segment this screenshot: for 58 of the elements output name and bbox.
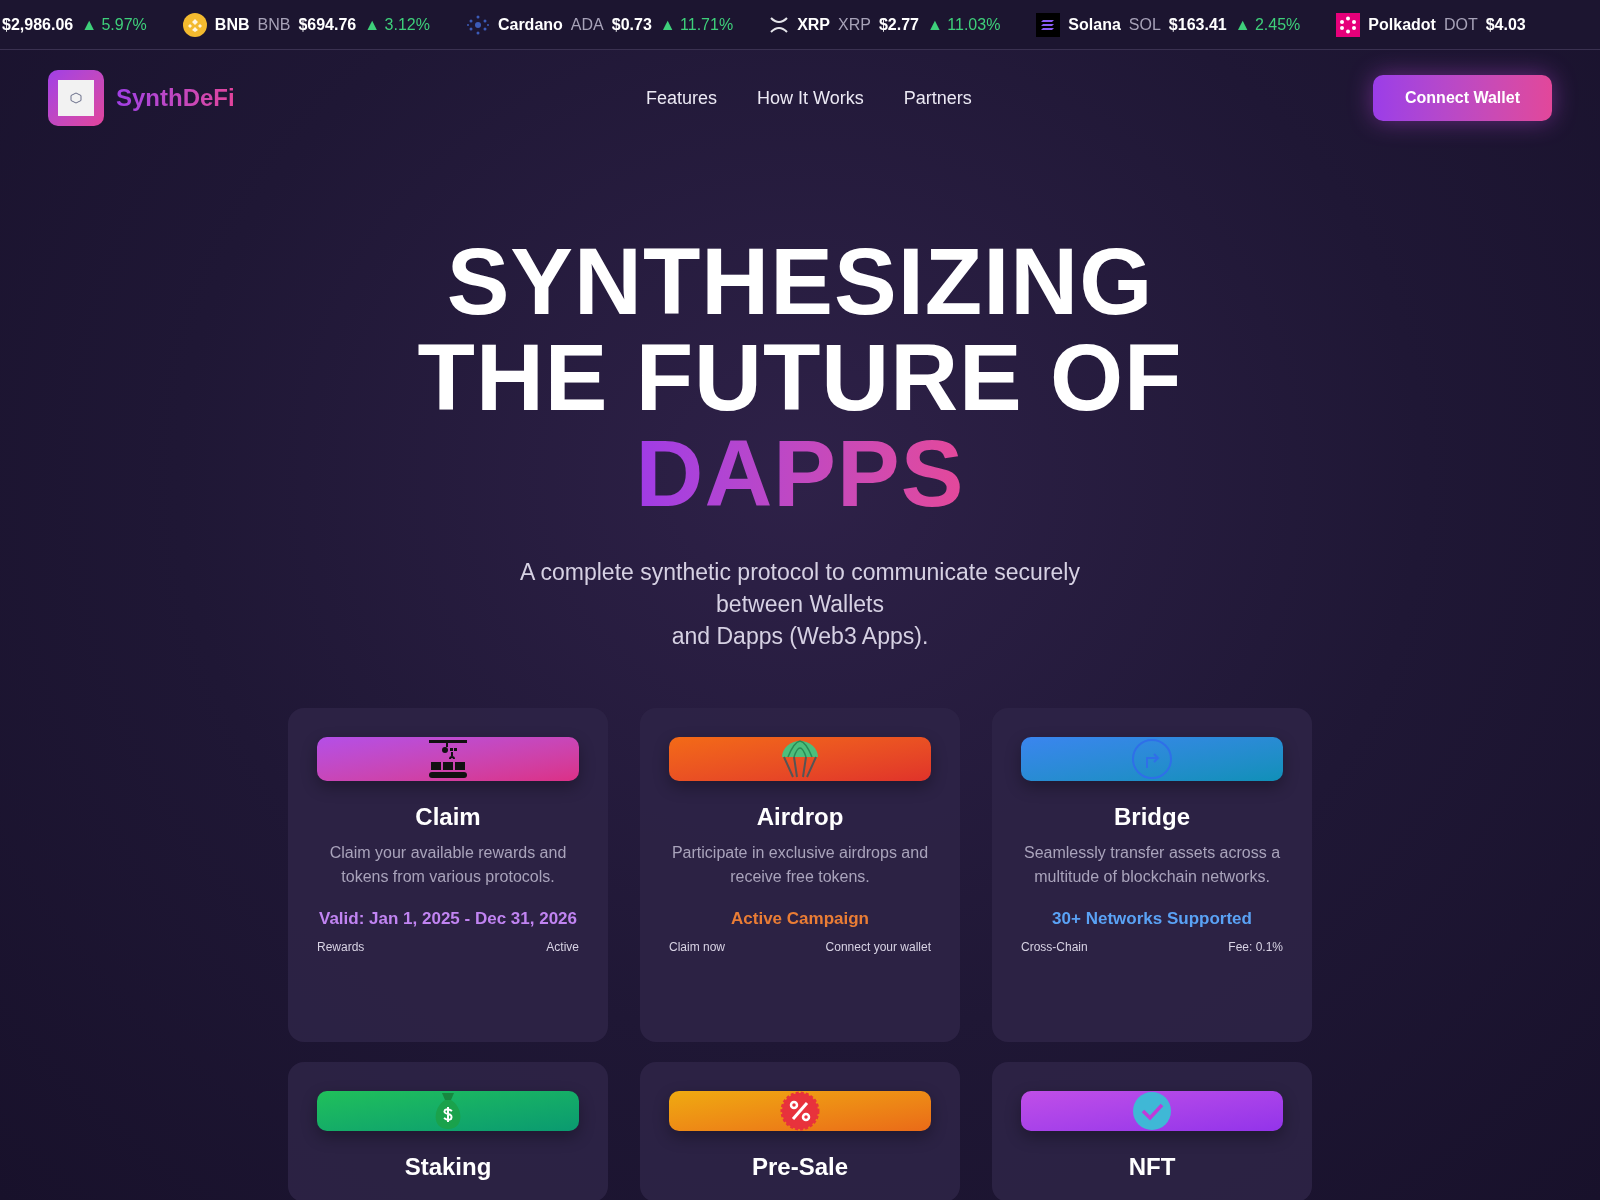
coin-price: $694.76 — [298, 14, 357, 35]
card-title: Staking — [404, 1152, 492, 1182]
card-footer-label: Cross-Chain — [1021, 938, 1088, 956]
card-description: Claim your available rewards and tokens from various protocols. — [328, 843, 568, 887]
card-title: Claim — [415, 802, 481, 832]
hero-subtitle: between Wallets — [716, 590, 884, 619]
percent-badge-icon — [780, 1091, 820, 1131]
coin-symbol: SOL — [1128, 14, 1161, 35]
coin-price: $2,986.06 — [2, 14, 74, 35]
cube-icon — [70, 92, 82, 104]
card-highlight: Active Campaign — [731, 908, 869, 930]
price-change: ▲ 3.12% — [364, 14, 430, 35]
price-change: ▲ 2.45% — [1234, 14, 1301, 35]
card-title: NFT — [1128, 1152, 1176, 1182]
coin-price: $163.41 — [1168, 14, 1227, 35]
coin-symbol: DOT — [1443, 14, 1478, 35]
coin-price: $4.03 — [1485, 14, 1526, 35]
card-title: Bridge — [1114, 802, 1190, 832]
coin-price: $2.77 — [878, 14, 919, 35]
card-title: Pre-Sale — [751, 1152, 849, 1182]
price-change: ▲ 5.97% — [81, 14, 147, 35]
hero-subtitle: A complete synthetic protocol to communicate securely — [520, 558, 1080, 587]
card-description: Seamlessly transfer assets across a multitude of blockchain networks. — [1022, 843, 1282, 887]
check-circle-icon — [1132, 1091, 1172, 1131]
hero-title: THE FUTURE OF — [417, 330, 1183, 426]
ring-icon — [1336, 12, 1361, 37]
coin-name: Cardano — [497, 14, 563, 35]
coin-name: Solana — [1068, 14, 1121, 35]
card-footer-label: Active — [546, 938, 579, 956]
price-change: ▲ 11.71% — [659, 14, 734, 35]
parachute-icon — [781, 739, 819, 779]
coin-symbol: BNB — [257, 14, 291, 35]
card-highlight: Valid: Jan 1, 2025 - Dec 31, 2026 — [319, 908, 577, 930]
hero-subtitle: and Dapps (Web3 Apps). — [671, 622, 929, 651]
card-highlight: 30+ Networks Supported — [1052, 908, 1252, 930]
card-footer-label: Connect your wallet — [825, 938, 931, 956]
price-change: ▲ 11.03% — [927, 14, 1001, 35]
connect-wallet-button[interactable]: Connect Wallet — [1373, 75, 1552, 121]
coin-icon — [182, 12, 207, 37]
nav-link[interactable]: Features — [645, 84, 717, 112]
x-icon — [769, 15, 790, 34]
stripes-icon — [1036, 12, 1061, 37]
card-description: Participate in exclusive airdrops and receive free tokens. — [670, 843, 930, 887]
nav-link[interactable]: Partners — [903, 84, 972, 112]
coin-symbol: ADA — [570, 14, 604, 35]
nav-link[interactable]: How It Works — [757, 84, 864, 112]
factory-machine-icon — [428, 739, 468, 779]
card-footer-label: Fee: 0.1% — [1228, 938, 1283, 956]
card-footer-label: Rewards — [317, 938, 365, 956]
hero-title: SYNTHESIZING — [446, 234, 1154, 330]
coin-price: $0.73 — [611, 14, 652, 35]
coin-name: XRP — [797, 14, 831, 35]
card-footer-label: Claim now — [669, 938, 725, 956]
card-title: Airdrop — [756, 802, 844, 832]
turn-arrow-circle-icon — [1131, 738, 1173, 780]
coin-name: BNB — [214, 14, 250, 35]
coin-name: Polkadot — [1368, 14, 1436, 35]
coin-symbol: XRP — [838, 14, 871, 35]
